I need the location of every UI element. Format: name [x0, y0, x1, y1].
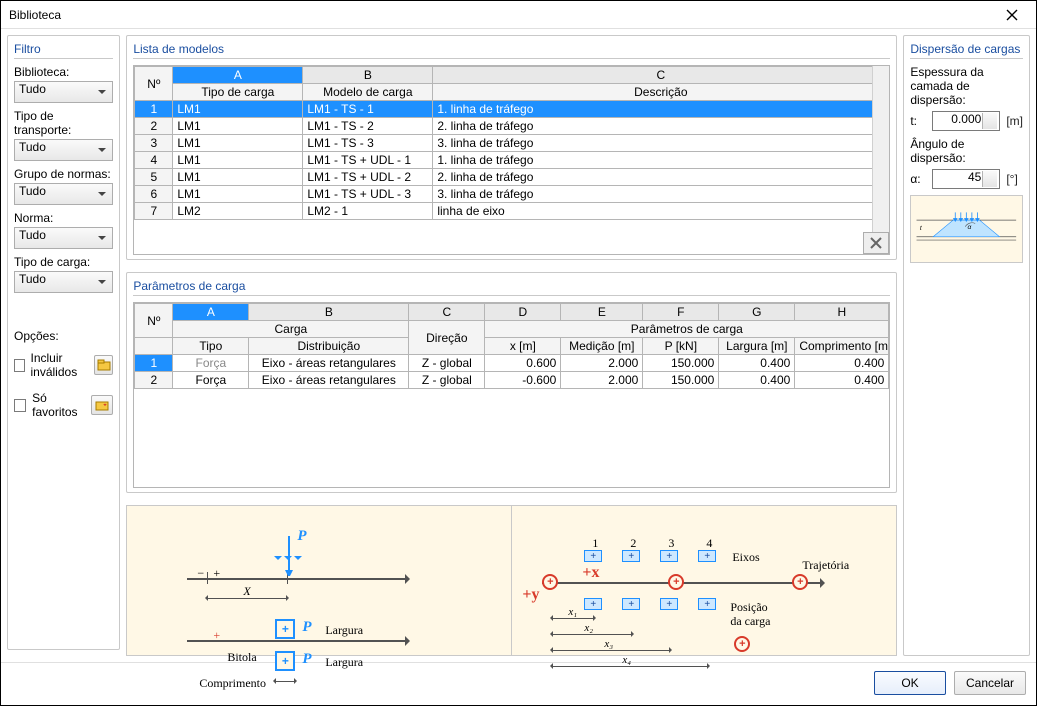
params-grid[interactable]: NºABCDEFGHCargaDireçãoParâmetros de carg…: [133, 302, 890, 488]
table-row[interactable]: 3LM1LM1 - TS - 33. linha de tráfego: [135, 135, 889, 152]
incluir-invalidos-checkbox[interactable]: [14, 359, 25, 372]
library-dialog: Biblioteca Filtro Biblioteca: Tudo Tipo …: [0, 0, 1037, 706]
delete-model-button[interactable]: [863, 232, 889, 254]
table-row[interactable]: 7LM2LM2 - 1linha de eixo: [135, 203, 889, 220]
option-btn-1[interactable]: [94, 355, 113, 375]
table-row[interactable]: 5LM1LM1 - TS + UDL - 22. linha de tráfeg…: [135, 169, 889, 186]
table-row[interactable]: 1LM1LM1 - TS - 11. linha de tráfego: [135, 101, 889, 118]
table-row[interactable]: 4LM1LM1 - TS + UDL - 11. linha de tráfeg…: [135, 152, 889, 169]
opcoes-label: Opções:: [14, 329, 113, 343]
norma-combo[interactable]: Tudo: [14, 227, 113, 249]
t-label: t:: [910, 114, 926, 128]
titlebar: Biblioteca: [1, 1, 1036, 29]
so-favoritos-label: Só favoritos: [32, 391, 91, 419]
t-unit: [m]: [1006, 114, 1023, 128]
thickness-label: Espessura da camada de dispersão:: [910, 65, 1023, 107]
folder-star-icon: [95, 399, 109, 411]
diagram-panel: − + P X + + P: [126, 505, 897, 656]
models-title: Lista de modelos: [133, 40, 890, 59]
so-favoritos-checkbox[interactable]: [14, 399, 26, 412]
diagram-left: − + P X + + P: [127, 506, 511, 655]
svg-text:α: α: [968, 224, 972, 231]
table-row[interactable]: 6LM1LM1 - TS + UDL - 33. linha de tráfeg…: [135, 186, 889, 203]
biblioteca-label: Biblioteca:: [14, 65, 113, 79]
svg-text:t: t: [920, 225, 923, 232]
ok-button[interactable]: OK: [874, 671, 946, 695]
grupo-normas-label: Grupo de normas:: [14, 167, 113, 181]
biblioteca-combo[interactable]: Tudo: [14, 81, 113, 103]
close-button[interactable]: [994, 4, 1030, 26]
dispersion-title: Dispersão de cargas: [910, 40, 1023, 59]
tipo-carga-label: Tipo de carga:: [14, 255, 113, 269]
alpha-label: α:: [910, 172, 926, 186]
filter-title: Filtro: [14, 40, 113, 59]
models-grid[interactable]: NºABCTipo de cargaModelo de cargaDescriç…: [133, 65, 890, 255]
col-num: Nº: [135, 67, 173, 101]
button-bar: OK Cancelar: [1, 662, 1036, 705]
option-btn-2[interactable]: [91, 395, 114, 415]
alpha-input[interactable]: 45: [932, 169, 1000, 189]
incluir-invalidos-label: Incluir inválidos: [31, 351, 94, 379]
models-scrollbar[interactable]: [872, 66, 889, 254]
t-input[interactable]: 0.000: [932, 111, 1000, 131]
table-row[interactable]: 2ForçaEixo - áreas retangularesZ - globa…: [135, 372, 889, 389]
tipo-carga-combo[interactable]: Tudo: [14, 271, 113, 293]
grupo-normas-combo[interactable]: Tudo: [14, 183, 113, 205]
diagram-right: 1 2 3 4 + + + + Eixos +x +y Trajetória +: [512, 506, 896, 655]
content: Filtro Biblioteca: Tudo Tipo de transpor…: [1, 29, 1036, 662]
tipo-transporte-combo[interactable]: Tudo: [14, 139, 113, 161]
params-title: Parâmetros de carga: [133, 277, 890, 296]
folder-icon: [97, 359, 111, 371]
alpha-unit: [°]: [1006, 172, 1017, 186]
table-row[interactable]: 1ForçaEixo - áreas retangularesZ - globa…: [135, 355, 889, 372]
delete-icon: [870, 237, 882, 249]
close-icon: [1006, 9, 1018, 21]
dispersion-diagram-icon: t α: [911, 196, 1022, 262]
dispersion-diagram: t α: [910, 195, 1023, 263]
table-row[interactable]: 2LM1LM1 - TS - 22. linha de tráfego: [135, 118, 889, 135]
tipo-transporte-label: Tipo de transporte:: [14, 109, 113, 137]
window-title: Biblioteca: [9, 8, 994, 22]
norma-label: Norma:: [14, 211, 113, 225]
angle-label: Ângulo de dispersão:: [910, 137, 1023, 165]
cancel-button[interactable]: Cancelar: [954, 671, 1026, 695]
